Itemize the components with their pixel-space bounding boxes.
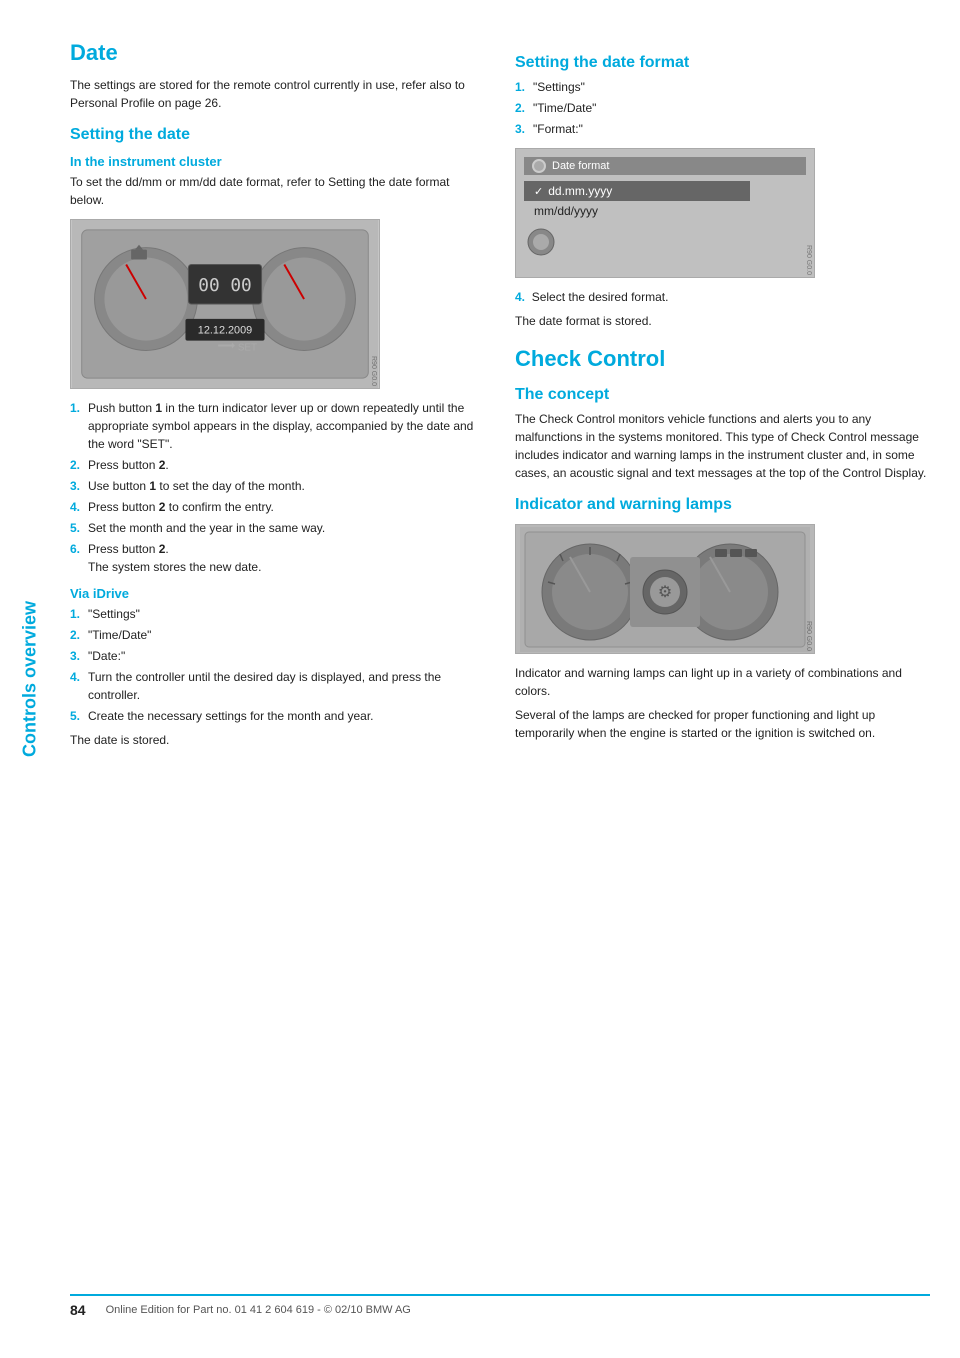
date-stored-text: The date is stored.: [70, 731, 485, 749]
via-idrive-step-5: 5. Create the necessary settings for the…: [70, 707, 485, 725]
concept-text: The Check Control monitors vehicle funct…: [515, 410, 930, 482]
svg-text:SET: SET: [238, 342, 257, 353]
date-format-step-2: 2. "Time/Date": [515, 99, 930, 117]
warning-lamps-svg: ⚙: [520, 527, 810, 652]
indicator-text1: Indicator and warning lamps can light up…: [515, 664, 930, 700]
cluster-step-5: 5. Set the month and the year in the sam…: [70, 519, 485, 537]
svg-text:00 00: 00 00: [198, 275, 251, 296]
date-format-image: Date format dd.mm.yyyy mm/dd/yyyy: [515, 148, 815, 278]
setting-the-date-heading: Setting the date: [70, 126, 485, 144]
date-format-refer-text: To set the dd/mm or mm/dd date format, r…: [70, 173, 485, 209]
via-idrive-step-3: 3. "Date:": [70, 647, 485, 665]
warning-lamps-image: ⚙ R90 G0.0: [515, 524, 815, 654]
cluster-svg: 00 00 12.12.2009 SET: [71, 220, 379, 388]
cluster-step-1: 1. Push button 1 in the turn indicator l…: [70, 399, 485, 453]
date-intro-text: The settings are stored for the remote c…: [70, 76, 485, 112]
via-idrive-step-4: 4. Turn the controller until the desired…: [70, 668, 485, 704]
via-idrive-heading: Via iDrive: [70, 586, 485, 601]
idrive-knob: [526, 227, 556, 262]
date-format-header-label: Date format: [552, 160, 609, 172]
date-format-step-1: 1. "Settings": [515, 78, 930, 96]
cluster-step-4: 4. Press button 2 to confirm the entry.: [70, 498, 485, 516]
cluster-step-2: 2. Press button 2.: [70, 456, 485, 474]
instrument-cluster-subheading: In the instrument cluster: [70, 154, 485, 169]
cluster-step-6: 6. Press button 2.The system stores the …: [70, 540, 485, 576]
cluster-steps-list: 1. Push button 1 in the turn indicator l…: [70, 399, 485, 576]
instrument-cluster-image: 00 00 12.12.2009 SET: [70, 219, 380, 389]
footer-text: Online Edition for Part no. 01 41 2 604 …: [106, 1304, 411, 1316]
setting-date-format-heading: Setting the date format: [515, 54, 930, 72]
check-control-title: Check Control: [515, 346, 930, 372]
date-format-option-2: mm/dd/yyyy: [524, 201, 750, 221]
page-number: 84: [70, 1302, 86, 1318]
via-idrive-step-1: 1. "Settings": [70, 605, 485, 623]
two-column-layout: Date The settings are stored for the rem…: [70, 40, 930, 1274]
date-format-icon: [532, 159, 546, 173]
step4-content: Select the desired format.: [532, 290, 669, 304]
via-idrive-step-2: 2. "Time/Date": [70, 626, 485, 644]
warning-lamps-watermark: R90 G0.0: [805, 621, 812, 651]
step4-text: 4. Select the desired format.: [515, 288, 930, 306]
date-format-steps-list: 1. "Settings" 2. "Time/Date" 3. "Format:…: [515, 78, 930, 138]
date-format-step-3: 3. "Format:": [515, 120, 930, 138]
cluster-step-3: 3. Use button 1 to set the day of the mo…: [70, 477, 485, 495]
left-column: Date The settings are stored for the rem…: [70, 40, 485, 1274]
content-area: Date The settings are stored for the rem…: [60, 0, 960, 1358]
date-format-header: Date format: [524, 157, 806, 175]
indicator-text2: Several of the lamps are checked for pro…: [515, 706, 930, 742]
page-footer: 84 Online Edition for Part no. 01 41 2 6…: [70, 1294, 930, 1318]
date-format-option-1: dd.mm.yyyy: [524, 181, 750, 201]
date-format-stored-text: The date format is stored.: [515, 312, 930, 330]
concept-heading: The concept: [515, 386, 930, 404]
sidebar-label: Controls overview: [0, 0, 60, 1358]
via-idrive-steps-list: 1. "Settings" 2. "Time/Date" 3. "Date:" …: [70, 605, 485, 725]
date-format-watermark: R90 G0.0: [805, 245, 812, 275]
indicator-warning-heading: Indicator and warning lamps: [515, 496, 930, 514]
date-section-title: Date: [70, 40, 485, 66]
step4-num: 4.: [515, 290, 525, 304]
right-column: Setting the date format 1. "Settings" 2.…: [515, 40, 930, 1274]
svg-text:12.12.2009: 12.12.2009: [198, 325, 252, 337]
cluster-watermark: R90 G0.0: [370, 356, 377, 386]
svg-text:⚙: ⚙: [658, 584, 672, 601]
page-container: Controls overview Date The settings are …: [0, 0, 960, 1358]
sidebar-label-text: Controls overview: [20, 601, 41, 757]
